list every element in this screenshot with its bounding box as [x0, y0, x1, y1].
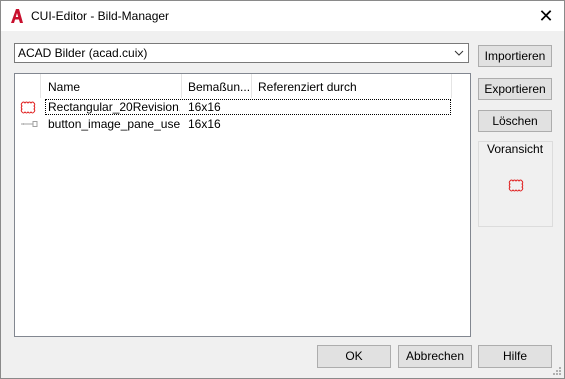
export-button[interactable]: Exportieren [478, 78, 552, 100]
row-name: button_image_pane_use... [48, 117, 180, 131]
column-header-icon[interactable] [15, 74, 41, 98]
preview-label: Voransicht [486, 142, 545, 156]
table-row[interactable]: button_image_pane_use... 16x16 [15, 116, 470, 133]
row-size: 16x16 [188, 117, 221, 131]
chevron-down-icon [454, 50, 464, 56]
resize-grip-icon[interactable] [552, 366, 562, 376]
bild-manager-dialog: CUI-Editor - Bild-Manager ✕ ACAD Bilder … [0, 0, 565, 379]
cancel-button[interactable]: Abbrechen [398, 345, 472, 368]
delete-button[interactable]: Löschen [478, 110, 552, 132]
row-referenced-by [258, 99, 448, 116]
preview-rectangular-revision-cloud-icon [508, 179, 524, 192]
window-title: CUI-Editor - Bild-Manager [31, 9, 170, 23]
image-file-dropdown[interactable]: ACAD Bilder (acad.cuix) [14, 43, 469, 63]
help-button[interactable]: Hilfe [478, 345, 552, 368]
rectangular-revision-cloud-icon [20, 101, 36, 114]
preview-group: Voransicht [478, 141, 553, 227]
table-row[interactable]: Rectangular_20Revision... 16x16 [15, 99, 470, 116]
image-list[interactable]: Name Bemaßun... Referenziert durch Recta… [14, 73, 471, 337]
close-button[interactable]: ✕ [531, 3, 561, 29]
button-image-pane-icon [21, 121, 38, 127]
dropdown-selected-value: ACAD Bilder (acad.cuix) [18, 46, 148, 60]
title-bar: CUI-Editor - Bild-Manager ✕ [1, 1, 564, 31]
column-header-size[interactable]: Bemaßun... [182, 74, 252, 98]
import-button[interactable]: Importieren [478, 45, 552, 67]
close-icon: ✕ [538, 6, 554, 26]
row-referenced-by [258, 116, 448, 133]
row-name: Rectangular_20Revision... [48, 100, 180, 114]
ok-button[interactable]: OK [317, 345, 391, 368]
column-header-referenced-by[interactable]: Referenziert durch [252, 74, 452, 98]
list-header: Name Bemaßun... Referenziert durch [15, 74, 470, 98]
column-header-name[interactable]: Name [42, 74, 182, 98]
row-size: 16x16 [188, 100, 221, 114]
autocad-app-icon [11, 9, 23, 23]
